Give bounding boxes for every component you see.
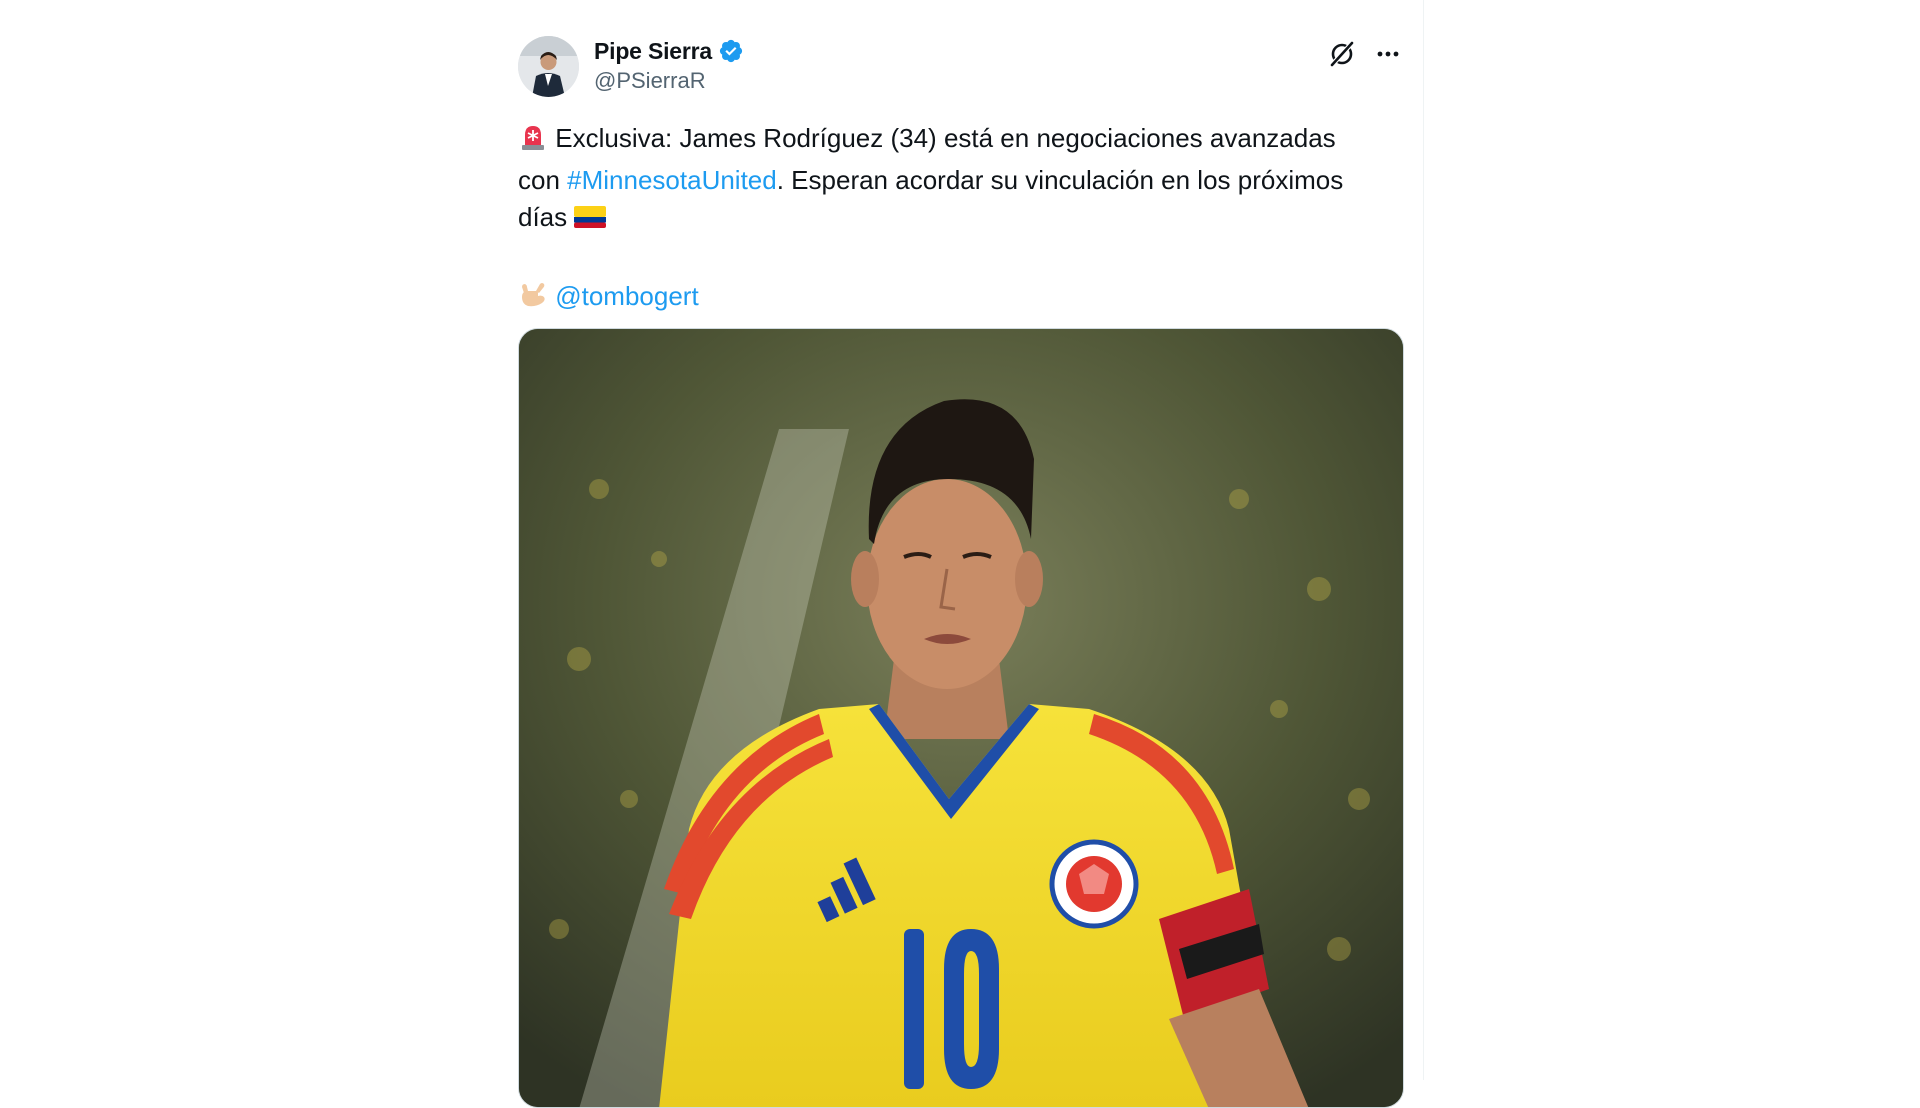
tweet-top-actions	[1326, 38, 1404, 70]
mention-link[interactable]: @tombogert	[555, 281, 698, 311]
name-row: Pipe Sierra	[594, 36, 744, 66]
tweet-text-line-3: días	[518, 199, 1404, 241]
tweet-text-body-3: días	[518, 202, 568, 232]
tweet-text-line-credit: @tombogert	[518, 278, 1404, 320]
tweet-text-line-1: Exclusiva: James Rodríguez (34) está en …	[518, 120, 1404, 162]
tweet-text: Exclusiva: James Rodríguez (34) está en …	[518, 120, 1404, 320]
avatar[interactable]	[518, 36, 579, 97]
grok-icon[interactable]	[1326, 38, 1358, 70]
tweet-photo[interactable]	[518, 328, 1404, 1108]
timeline-column: Pipe Sierra @PSierraR Exclusiva: James R…	[498, 0, 1424, 1108]
user-handle[interactable]: @PSierraR	[594, 68, 744, 94]
author-block: Pipe Sierra @PSierraR	[594, 36, 744, 94]
colombia-flag-icon	[574, 203, 607, 241]
more-options-icon[interactable]	[1372, 38, 1404, 70]
tweet-text-body-1: Exclusiva: James Rodríguez (34) está en …	[555, 123, 1336, 153]
hashtag-link[interactable]: #MinnesotaUnited	[567, 165, 777, 195]
text-spacer	[518, 241, 1404, 279]
display-name[interactable]: Pipe Sierra	[594, 38, 712, 65]
tweet[interactable]: Pipe Sierra @PSierraR Exclusiva: James R…	[518, 0, 1404, 1108]
siren-emoji-icon	[518, 121, 548, 162]
tweet-text-body-2a: con	[518, 164, 568, 195]
call-me-hand-icon	[518, 279, 548, 320]
tweet-text-body-2b: . Esperan acordar su vinculación en los …	[776, 164, 1344, 195]
verified-badge-icon	[718, 38, 744, 64]
tweet-text-line-2: con #MinnesotaUnited. Esperan acordar su…	[518, 162, 1404, 200]
